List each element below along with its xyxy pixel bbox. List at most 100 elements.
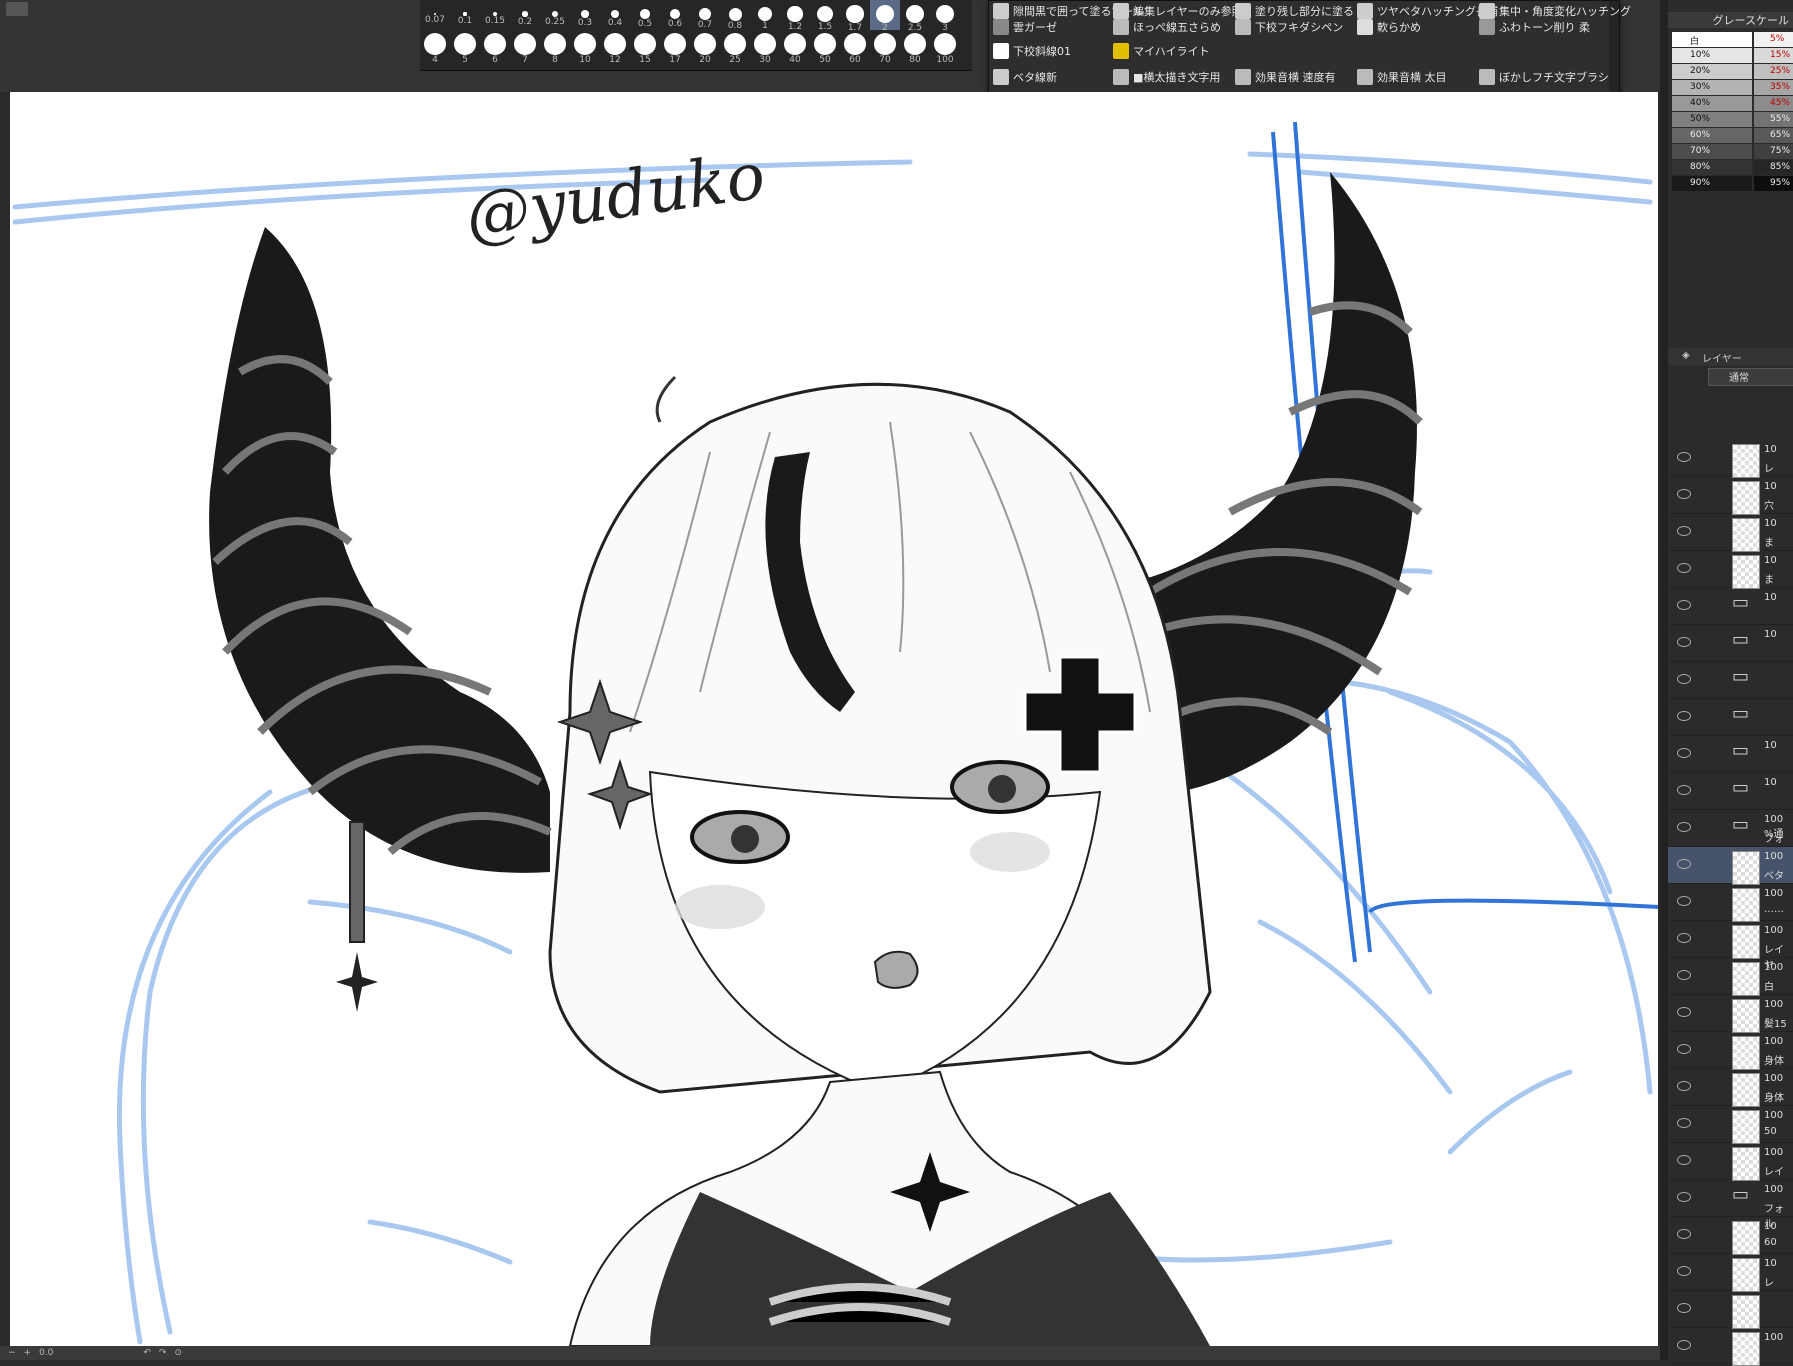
gray-swatch[interactable]: 75% xyxy=(1754,144,1793,159)
visibility-eye-icon[interactable] xyxy=(1677,600,1691,610)
gray-swatch[interactable]: 白 xyxy=(1672,32,1752,47)
size-option-15[interactable]: 15 xyxy=(630,32,660,68)
layer-row[interactable]: 10 ま xyxy=(1668,514,1793,552)
layer-row[interactable]: 100 50 xyxy=(1668,1106,1793,1144)
size-option-4[interactable]: 4 xyxy=(420,32,450,68)
zoom-out-icon[interactable]: − xyxy=(8,1348,16,1358)
size-option-70[interactable]: 70 xyxy=(870,32,900,68)
size-option-2[interactable]: 2 xyxy=(870,0,900,33)
gray-swatch[interactable]: 40% xyxy=(1672,96,1752,111)
gray-swatch[interactable]: 60% xyxy=(1672,128,1752,143)
size-option-1.7[interactable]: 1.7 xyxy=(840,0,870,33)
visibility-eye-icon[interactable] xyxy=(1677,859,1691,869)
brush-item[interactable]: 雲ガーゼ xyxy=(993,17,1057,37)
layer-folder[interactable]: ▭ 100 フォル xyxy=(1668,1180,1793,1230)
visibility-eye-icon[interactable] xyxy=(1677,1229,1691,1239)
visibility-eye-icon[interactable] xyxy=(1677,970,1691,980)
size-option-20[interactable]: 20 xyxy=(690,32,720,68)
size-option-80[interactable]: 80 xyxy=(900,32,930,68)
gray-swatch[interactable]: 85% xyxy=(1754,160,1793,175)
layer-row[interactable]: 100 身体 xyxy=(1668,1069,1793,1107)
layer-row[interactable]: 100 レイヤ xyxy=(1668,921,1793,971)
size-option-40[interactable]: 40 xyxy=(780,32,810,68)
layer-folder[interactable]: ▭ xyxy=(1668,662,1793,699)
layer-row[interactable]: 100 白 xyxy=(1668,958,1793,996)
size-option-60[interactable]: 60 xyxy=(840,32,870,68)
menu-toggle-button[interactable] xyxy=(6,2,28,16)
gray-swatch[interactable]: 65% xyxy=(1754,128,1793,143)
size-option-100[interactable]: 100 xyxy=(930,32,960,68)
visibility-eye-icon[interactable] xyxy=(1677,637,1691,647)
layer-folder[interactable]: ▭ 10 xyxy=(1668,588,1793,625)
layer-folder[interactable]: ▭ 10 xyxy=(1668,736,1793,773)
brush-item[interactable]: 効果音横 太目 xyxy=(1357,67,1447,87)
size-option-12[interactable]: 12 xyxy=(600,32,630,68)
canvas-vertical-scrollbar[interactable] xyxy=(1660,0,1668,1360)
gray-swatch[interactable]: 55% xyxy=(1754,112,1793,127)
size-option-30[interactable]: 30 xyxy=(750,32,780,68)
gray-swatch[interactable]: 5% xyxy=(1754,32,1793,47)
visibility-eye-icon[interactable] xyxy=(1677,1266,1691,1276)
visibility-eye-icon[interactable] xyxy=(1677,1007,1691,1017)
layer-folder[interactable]: ▭100 %通フォルダ xyxy=(1668,810,1793,860)
gray-swatch[interactable]: 95% xyxy=(1754,176,1793,191)
visibility-eye-icon[interactable] xyxy=(1677,785,1691,795)
size-option-0.5[interactable]: 0.5 xyxy=(630,0,660,30)
layer-folder[interactable]: ▭ 10 xyxy=(1668,773,1793,810)
size-option-7[interactable]: 7 xyxy=(510,32,540,68)
brush-item[interactable]: ベタ線新 xyxy=(993,67,1057,87)
gray-swatch[interactable]: 80% xyxy=(1672,160,1752,175)
gray-swatch[interactable]: 20% xyxy=(1672,64,1752,79)
reset-icon[interactable]: ⊙ xyxy=(175,1348,183,1358)
visibility-eye-icon[interactable] xyxy=(1677,526,1691,536)
size-option-0.7[interactable]: 0.7 xyxy=(690,0,720,30)
layer-folder[interactable]: ▭ 10 xyxy=(1668,625,1793,662)
size-option-5[interactable]: 5 xyxy=(450,32,480,68)
visibility-eye-icon[interactable] xyxy=(1677,489,1691,499)
size-option-8[interactable]: 8 xyxy=(540,32,570,68)
drawing-canvas[interactable]: @yuduko xyxy=(10,92,1658,1346)
layer-folder[interactable]: ▭ xyxy=(1668,699,1793,736)
visibility-eye-icon[interactable] xyxy=(1677,711,1691,721)
visibility-eye-icon[interactable] xyxy=(1677,563,1691,573)
size-option-0.4[interactable]: 0.4 xyxy=(600,0,630,30)
layer-row[interactable]: 100 …… xyxy=(1668,884,1793,922)
gray-swatch[interactable]: 15% xyxy=(1754,48,1793,63)
size-option-10[interactable]: 10 xyxy=(570,32,600,68)
size-option-1.2[interactable]: 1.2 xyxy=(780,0,810,32)
visibility-eye-icon[interactable] xyxy=(1677,1303,1691,1313)
layer-row[interactable]: 100 レイ xyxy=(1668,1143,1793,1181)
gray-swatch[interactable]: 45% xyxy=(1754,96,1793,111)
gray-swatch[interactable]: 90% xyxy=(1672,176,1752,191)
size-option-3[interactable]: 3 xyxy=(930,0,960,33)
layer-row[interactable]: 100 xyxy=(1668,1328,1793,1366)
gray-swatch[interactable]: 10% xyxy=(1672,48,1752,63)
visibility-eye-icon[interactable] xyxy=(1677,674,1691,684)
visibility-eye-icon[interactable] xyxy=(1677,1192,1691,1202)
gray-swatch[interactable]: 50% xyxy=(1672,112,1752,127)
visibility-eye-icon[interactable] xyxy=(1677,1155,1691,1165)
brush-item[interactable]: 軟らかめ xyxy=(1357,17,1421,37)
layer-row[interactable]: 10 60 xyxy=(1668,1217,1793,1255)
gray-swatch[interactable]: 70% xyxy=(1672,144,1752,159)
size-option-0.8[interactable]: 0.8 xyxy=(720,0,750,31)
zoom-in-icon[interactable]: + xyxy=(24,1348,32,1358)
layer-row[interactable]: 10 穴 xyxy=(1668,477,1793,515)
size-option-1.5[interactable]: 1.5 xyxy=(810,0,840,32)
brush-item[interactable]: ふわトーン削り 柔 xyxy=(1479,17,1590,37)
visibility-eye-icon[interactable] xyxy=(1677,748,1691,758)
visibility-eye-icon[interactable] xyxy=(1677,1081,1691,1091)
visibility-eye-icon[interactable] xyxy=(1677,896,1691,906)
rotate-left-icon[interactable]: ↶ xyxy=(143,1348,151,1358)
size-option-0.6[interactable]: 0.6 xyxy=(660,0,690,30)
size-option-25[interactable]: 25 xyxy=(720,32,750,68)
size-option-0.15[interactable]: 0.15 xyxy=(480,0,510,30)
visibility-eye-icon[interactable] xyxy=(1677,1340,1691,1350)
brush-item[interactable]: 下校斜線01 xyxy=(993,41,1071,61)
layer-row[interactable]: 10 ま xyxy=(1668,551,1793,589)
brush-item[interactable]: マイハイライト xyxy=(1113,41,1210,61)
brush-item[interactable]: 効果音横 速度有 xyxy=(1235,67,1336,87)
size-option-0.07[interactable]: 0.07 xyxy=(420,0,450,30)
layer-row[interactable]: 100 髪15 xyxy=(1668,995,1793,1033)
size-option-0.2[interactable]: 0.2 xyxy=(510,0,540,30)
